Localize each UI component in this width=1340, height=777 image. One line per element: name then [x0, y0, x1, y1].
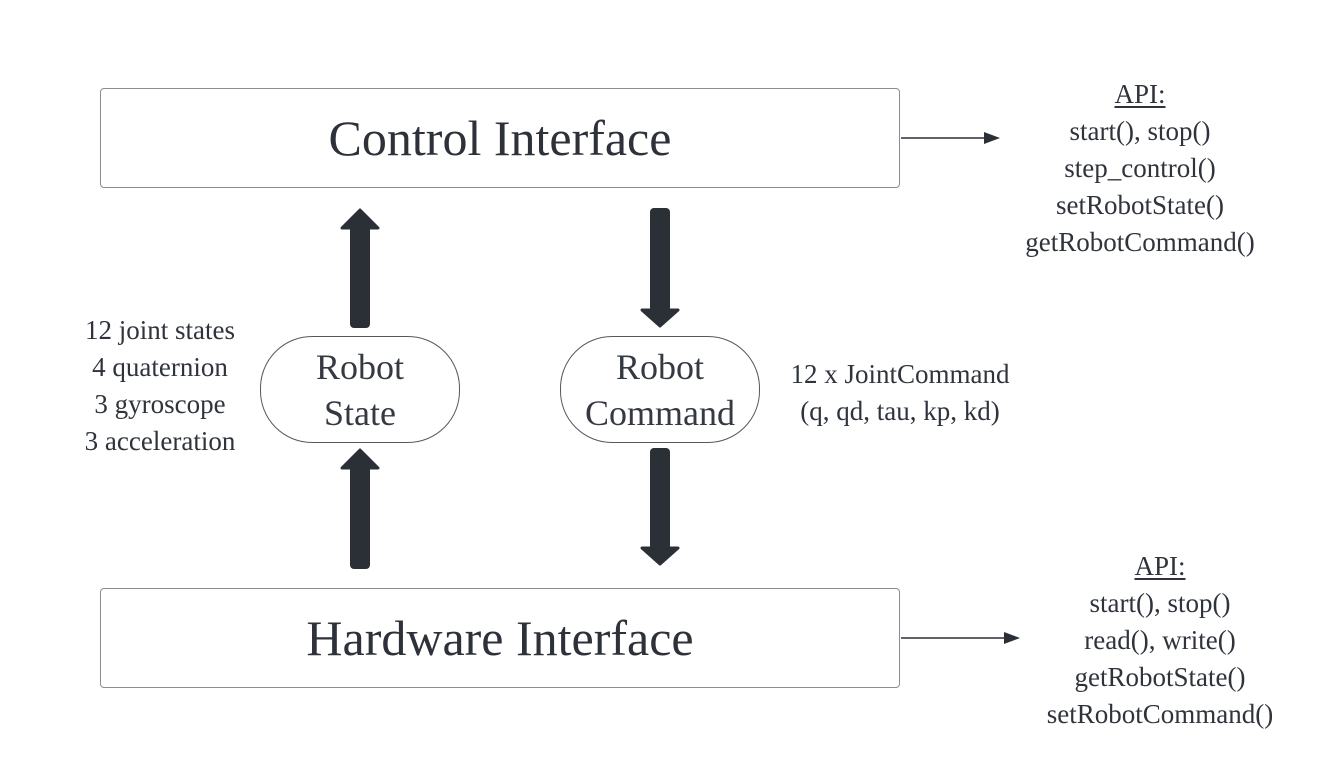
- hardware-to-state-up-arrow: [340, 448, 380, 569]
- connector-layer: [340, 132, 1020, 644]
- control-api-pointer-arrow: [901, 132, 1000, 144]
- hardware-api-pointer-arrow: [901, 632, 1020, 644]
- command-to-hardware-down-arrow: [640, 448, 680, 566]
- state-to-control-up-arrow: [340, 208, 380, 328]
- control-to-command-down-arrow: [640, 208, 680, 328]
